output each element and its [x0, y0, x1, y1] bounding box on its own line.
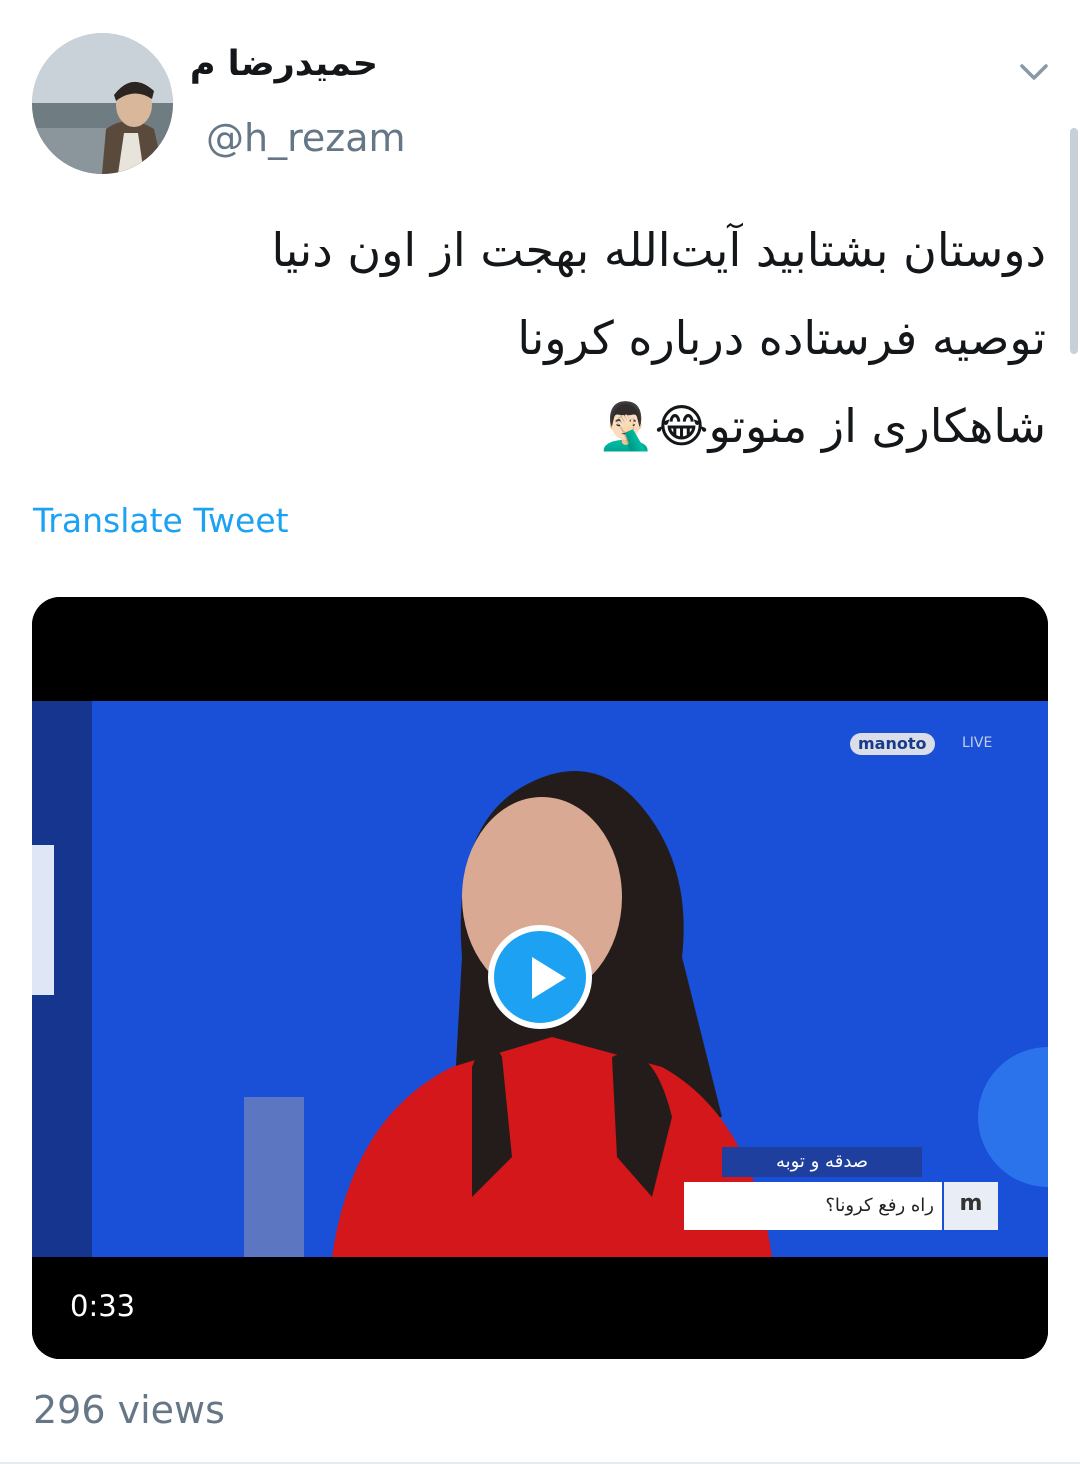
chevron-down-icon[interactable]: [1016, 58, 1052, 86]
view-count: 296 views: [33, 1388, 225, 1432]
tweet-text-line: دوستان بشتابید آیت‌الله بهجت از اون دنیا: [271, 223, 1046, 277]
play-icon[interactable]: [488, 925, 592, 1029]
avatar-image: [32, 33, 173, 174]
display-name[interactable]: حمیدرضا م: [190, 44, 378, 84]
avatar[interactable]: [32, 33, 173, 174]
lower-third-caption: راه رفع کرونا؟: [684, 1182, 942, 1230]
channel-badge: m: [944, 1182, 998, 1230]
user-handle[interactable]: @h_rezam: [206, 116, 406, 160]
video-player[interactable]: manoto LIVE صدقه و توبه راه رفع کرونا؟ m…: [32, 597, 1048, 1359]
channel-live-label: LIVE: [962, 735, 993, 751]
channel-logo: manoto: [850, 733, 935, 755]
tweet-text-line: توصیه فرستاده درباره کرونا: [517, 311, 1046, 365]
video-duration: 0:33: [70, 1289, 136, 1323]
scrollbar[interactable]: [1070, 128, 1078, 354]
translate-tweet-link[interactable]: Translate Tweet: [33, 501, 289, 540]
tweet-text: دوستان بشتابید آیت‌الله بهجت از اون دنیا…: [86, 206, 1046, 470]
tweet-text-line: شاهکاری از منوتو😂🤦🏻‍♂️: [597, 399, 1046, 453]
lower-third-title: صدقه و توبه: [722, 1147, 922, 1177]
